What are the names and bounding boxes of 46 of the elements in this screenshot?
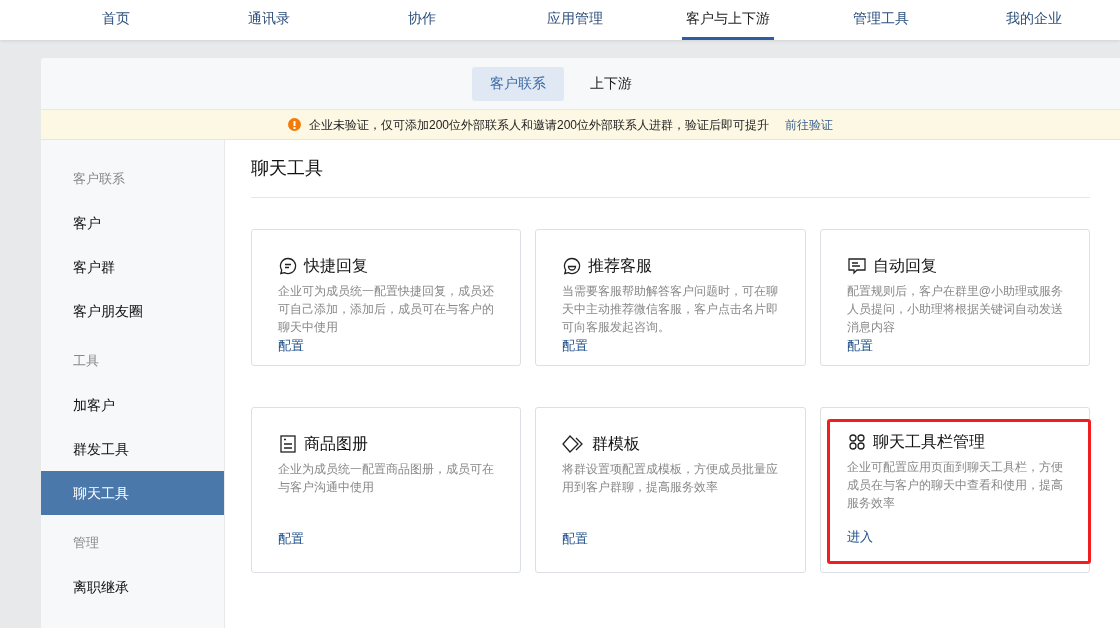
card-description: 配置规则后，客户在群里@小助理或服务人员提问，小助理将根据关键词自动发送消息内容: [846, 283, 1064, 336]
sidebar-item[interactable]: 客户: [41, 201, 224, 245]
card-action-link[interactable]: 配置: [846, 336, 873, 356]
list-document-icon: [278, 434, 298, 454]
card-title: 商品图册: [304, 434, 368, 454]
sub-tab[interactable]: 客户联系: [471, 66, 564, 101]
card-action-link[interactable]: 配置: [562, 336, 589, 356]
nav-tab[interactable]: 客户与上下游: [651, 0, 805, 40]
card-description: 企业为成员统一配置商品图册，成员可在与客户沟通中使用: [278, 461, 495, 496]
sidebar-item[interactable]: 群发工具: [41, 427, 224, 471]
card-title: 自动回复: [872, 256, 937, 276]
card-title: 聊天工具栏管理: [872, 432, 985, 452]
sidebar-item[interactable]: 客户朋友圈: [41, 289, 224, 333]
nav-tab[interactable]: 首页: [40, 0, 193, 40]
sidebar-heading: 客户联系: [72, 170, 126, 189]
sidebar-heading: 工具: [72, 352, 100, 371]
card-title: 群模板: [592, 434, 641, 454]
card-description: 将群设置项配置成模板，方便成员批量应用到客户群聊，提高服务效率: [562, 461, 780, 496]
message-icon: [846, 256, 867, 276]
card-action-link[interactable]: 配置: [278, 336, 304, 356]
info-icon: [287, 118, 301, 131]
card-action-link[interactable]: 配置: [278, 528, 304, 548]
smiling-chat-icon: [562, 256, 583, 276]
sub-tab[interactable]: 上下游: [571, 66, 650, 101]
chat-bubble-icon: [278, 256, 298, 276]
verify-link[interactable]: 前往验证: [785, 115, 833, 134]
card-title: 快捷回复: [304, 256, 368, 276]
sidebar-item[interactable]: 客户群: [41, 245, 224, 289]
page-title: 聊天工具: [251, 140, 1090, 198]
nav-tab[interactable]: 通讯录: [192, 0, 346, 40]
nav-tab[interactable]: 应用管理: [498, 0, 652, 40]
card-description: 当需要客服帮助解答客户问题时，可在聊天中主动推荐微信客服，客户点击名片即可向客服发起咨询。: [562, 283, 780, 336]
nav-tab[interactable]: 管理工具: [804, 0, 958, 40]
card-description: 企业可为成员统一配置快捷回复，成员还可自己添加，添加后，成员可在与客户的聊天中使用: [278, 283, 495, 336]
notice-text: 企业未验证，仅可添加200位外部联系人和邀请200位外部联系人进群，验证后即可提升: [308, 116, 769, 134]
nav-tab[interactable]: 我的企业: [957, 0, 1110, 40]
sidebar-item[interactable]: 聊天工具: [41, 471, 224, 515]
card-description: 企业可配置应用页面到聊天工具栏，方便成员在与客户的聊天中查看和使用，提高服务效率: [846, 459, 1064, 512]
petals-icon: [846, 432, 867, 452]
card-action-link[interactable]: 进入: [846, 526, 873, 546]
sidebar-item[interactable]: 加客户: [41, 383, 224, 427]
sidebar-item[interactable]: 离职继承: [41, 565, 224, 609]
nav-tab[interactable]: 协作: [345, 0, 499, 40]
card-action-link[interactable]: 配置: [562, 528, 589, 548]
sidebar-heading: 管理: [72, 534, 100, 553]
card-title: 推荐客服: [588, 256, 653, 276]
